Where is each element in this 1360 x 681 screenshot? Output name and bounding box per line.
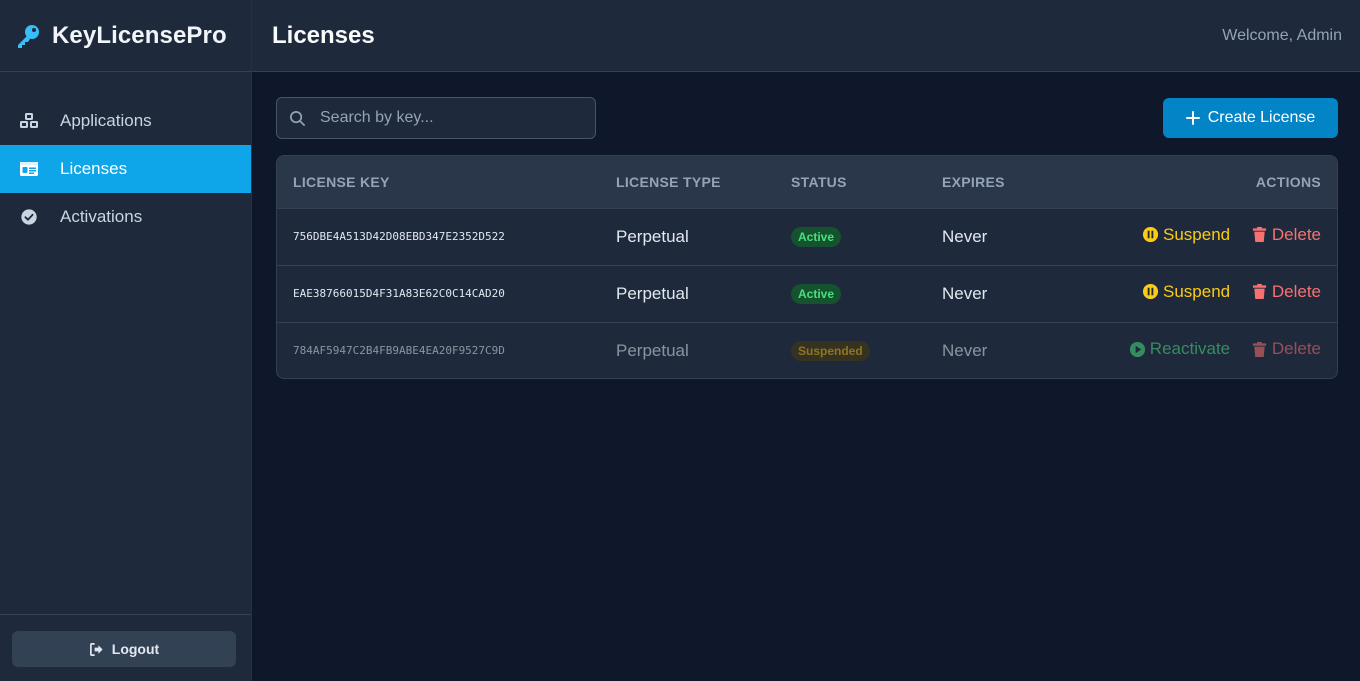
sidebar-item-label: Activations — [60, 207, 143, 226]
sidebar-item-label: Licenses — [60, 159, 128, 178]
delete-button[interactable]: Delete — [1251, 225, 1321, 245]
welcome-text: Welcome, Admin — [1222, 26, 1342, 44]
table-row: 756DBE4A513D42D08EBD347E2352D522 Perpetu… — [277, 208, 1337, 265]
status-badge: Active — [791, 284, 842, 304]
sidebar: KeyLicensePro Applications Licenses Acti… — [0, 0, 252, 681]
delete-button[interactable]: Delete — [1251, 339, 1321, 359]
expires-value: Never — [942, 226, 988, 246]
license-key: 756DBE4A513D42D08EBD347E2352D522 — [293, 230, 505, 243]
license-type: Perpetual — [616, 340, 689, 360]
plus-icon — [1185, 111, 1200, 125]
column-header: STATUS — [791, 173, 847, 190]
pause-circle-icon — [1142, 227, 1159, 243]
sidebar-nav: Applications Licenses Activations — [0, 97, 251, 241]
logout-label: Logout — [111, 641, 160, 657]
licenses-table-grid: LICENSE KEY LICENSE TYPE STATUS EXPIRES … — [277, 156, 1337, 378]
sign-out-icon — [89, 642, 103, 656]
column-header: ACTIONS — [1255, 173, 1321, 190]
play-circle-icon — [1129, 341, 1145, 357]
pause-circle-icon — [1142, 284, 1159, 300]
sidebar-item-licenses[interactable]: Licenses — [0, 145, 251, 193]
status-badge: Suspended — [791, 341, 870, 362]
main-content: Create License LICENSE KEY LICENSE TYPE … — [252, 72, 1360, 681]
licenses-table: LICENSE KEY LICENSE TYPE STATUS EXPIRES … — [276, 155, 1338, 379]
brand: KeyLicensePro — [0, 0, 251, 72]
row-actions: Suspend Delete — [1056, 208, 1337, 265]
suspend-button[interactable]: Suspend — [1142, 282, 1230, 302]
reactivate-label: Reactivate — [1149, 339, 1231, 358]
suspend-label: Suspend — [1163, 224, 1231, 244]
row-actions: Reactivate Delete — [1056, 322, 1337, 378]
license-key: 784AF5947C2B4FB9ABE4EA20F9527C9D — [293, 344, 505, 358]
create-license-label: Create License — [1207, 109, 1316, 126]
app-root: KeyLicensePro Applications Licenses Acti… — [0, 0, 1360, 681]
cubes-icon — [19, 111, 39, 131]
sidebar-item-applications[interactable]: Applications — [0, 97, 251, 145]
expires-value: Never — [942, 283, 988, 303]
row-actions: Suspend Delete — [1056, 265, 1337, 322]
expires-value: Never — [942, 340, 988, 360]
table-row: EAE38766015D4F31A83E62C0C14CAD20 Perpetu… — [277, 265, 1337, 322]
top-header: Licenses Welcome, Admin — [252, 0, 1360, 72]
trash-icon — [1252, 284, 1266, 300]
column-header: LICENSE TYPE — [616, 173, 721, 190]
logout-button[interactable]: Logout — [12, 631, 236, 667]
table-header: LICENSE KEY LICENSE TYPE STATUS EXPIRES … — [277, 156, 1337, 208]
license-type: Perpetual — [616, 226, 689, 246]
suspend-button[interactable]: Suspend — [1142, 225, 1230, 245]
trash-icon — [1252, 227, 1266, 243]
column-header: EXPIRES — [942, 173, 1005, 190]
license-key: EAE38766015D4F31A83E62C0C14CAD20 — [293, 287, 505, 300]
delete-label: Delete — [1271, 339, 1321, 358]
column-header: LICENSE KEY — [293, 173, 390, 190]
brand-name: KeyLicensePro — [52, 21, 227, 49]
table-row: 784AF5947C2B4FB9ABE4EA20F9527C9D Perpetu… — [277, 322, 1337, 378]
id-card-icon — [19, 159, 39, 179]
check-circle-icon — [19, 207, 39, 227]
search-input[interactable] — [318, 108, 592, 128]
key-icon — [18, 24, 39, 48]
sidebar-item-label: Applications — [60, 111, 152, 130]
search-icon — [290, 110, 305, 126]
delete-label: Delete — [1271, 224, 1321, 244]
sidebar-footer: Logout — [0, 614, 251, 681]
license-type: Perpetual — [616, 283, 689, 303]
search-box — [276, 97, 596, 139]
trash-icon — [1252, 341, 1266, 357]
sidebar-item-activations[interactable]: Activations — [0, 193, 251, 241]
status-badge: Active — [791, 227, 842, 247]
delete-button[interactable]: Delete — [1251, 282, 1321, 302]
page-title: Licenses — [272, 21, 375, 49]
create-license-button[interactable]: Create License — [1163, 98, 1338, 138]
delete-label: Delete — [1271, 281, 1321, 301]
suspend-label: Suspend — [1163, 281, 1231, 301]
reactivate-button[interactable]: Reactivate — [1129, 339, 1230, 359]
